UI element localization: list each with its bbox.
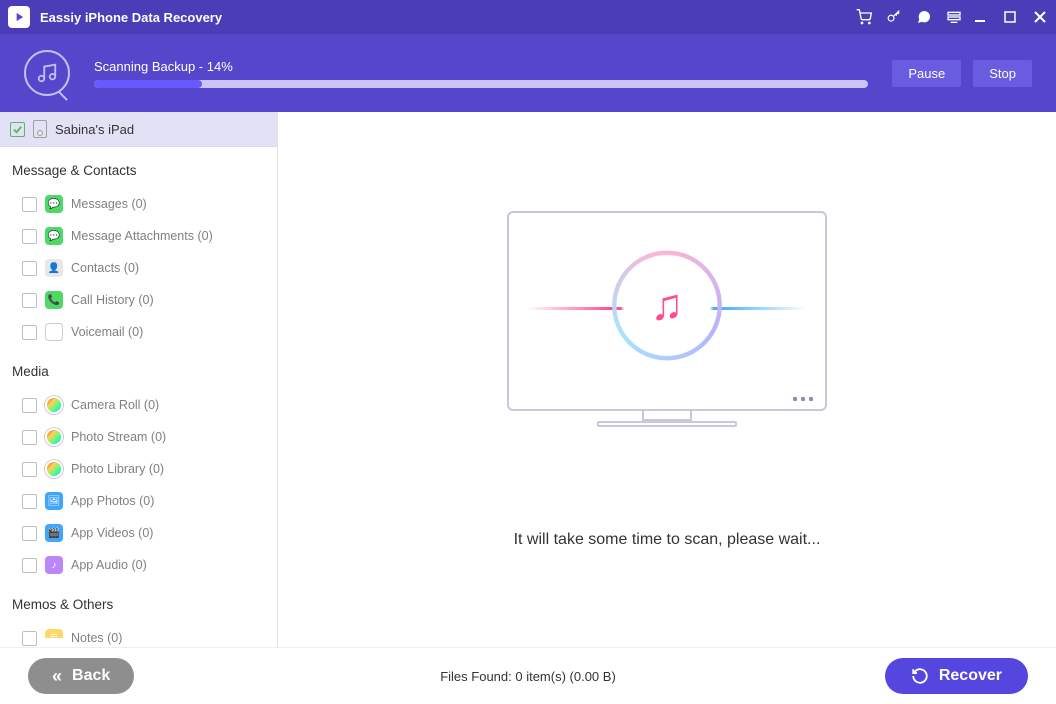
list-item[interactable]: 👤 Contacts (0) — [0, 252, 277, 284]
monitor-dots — [793, 397, 813, 401]
list-item[interactable]: Camera Roll (0) — [0, 389, 277, 421]
list-item[interactable]: 💬 Messages (0) — [0, 188, 277, 220]
device-row[interactable]: Sabina's iPad — [0, 112, 277, 147]
stop-button[interactable]: Stop — [973, 60, 1032, 87]
maximize-button[interactable] — [1002, 9, 1018, 25]
item-label: App Videos (0) — [71, 526, 153, 540]
menu-icon[interactable] — [946, 9, 962, 25]
progress-bar — [94, 80, 868, 88]
title-bar: Eassiy iPhone Data Recovery — [0, 0, 1056, 34]
close-button[interactable] — [1032, 9, 1048, 25]
main-area: Sabina's iPad Message & Contacts💬Message… — [0, 112, 1056, 647]
voicemail-icon: ⌾ — [45, 323, 63, 341]
list-item[interactable]: Photo Stream (0) — [0, 421, 277, 453]
cart-icon[interactable] — [856, 9, 872, 25]
progress-label: Scanning Backup - 14% — [94, 59, 868, 74]
recover-icon — [911, 667, 929, 685]
minimize-button[interactable] — [972, 9, 988, 25]
item-checkbox[interactable] — [22, 462, 37, 477]
key-icon[interactable] — [886, 9, 902, 25]
files-found-label: Files Found: 0 item(s) (0.00 B) — [440, 669, 616, 684]
back-button[interactable]: Back — [28, 658, 134, 694]
item-label: Call History (0) — [71, 293, 154, 307]
item-label: Contacts (0) — [71, 261, 139, 275]
device-checkbox[interactable] — [10, 122, 25, 137]
scan-logo-icon — [24, 50, 70, 96]
recover-label: Recover — [939, 667, 1002, 685]
app-title: Eassiy iPhone Data Recovery — [40, 10, 856, 25]
item-checkbox[interactable] — [22, 197, 37, 212]
monitor-illustration: ♫ — [497, 211, 837, 471]
back-label: Back — [72, 667, 110, 685]
list-item[interactable]: Photo Library (0) — [0, 453, 277, 485]
category-header: Media — [0, 348, 277, 389]
list-item[interactable]: ⌾ Voicemail (0) — [0, 316, 277, 348]
content-pane: ♫ It will take some time to scan, please… — [278, 112, 1056, 647]
call-history-icon: 📞 — [45, 291, 63, 309]
item-label: Messages (0) — [71, 197, 147, 211]
message-attachments-icon: 💬 — [45, 227, 63, 245]
feedback-icon[interactable] — [916, 9, 932, 25]
photo-library-icon — [45, 460, 63, 478]
app-logo — [8, 6, 30, 28]
recover-button[interactable]: Recover — [885, 658, 1028, 694]
device-name: Sabina's iPad — [55, 122, 134, 137]
item-checkbox[interactable] — [22, 325, 37, 340]
window-controls — [972, 9, 1048, 25]
app-audio-icon: ♪ — [45, 556, 63, 574]
item-checkbox[interactable] — [22, 430, 37, 445]
item-checkbox[interactable] — [22, 398, 37, 413]
list-item[interactable]: ≣ Notes (0) — [0, 622, 277, 647]
titlebar-actions — [856, 9, 962, 25]
category-header: Message & Contacts — [0, 147, 277, 188]
camera-roll-icon — [45, 396, 63, 414]
app-videos-icon: 🎬 — [45, 524, 63, 542]
item-checkbox[interactable] — [22, 229, 37, 244]
contacts-icon: 👤 — [45, 259, 63, 277]
item-checkbox[interactable] — [22, 261, 37, 276]
wait-text: It will take some time to scan, please w… — [514, 531, 821, 549]
item-label: App Audio (0) — [71, 558, 147, 572]
item-label: Camera Roll (0) — [71, 398, 159, 412]
list-item[interactable]: 💬 Message Attachments (0) — [0, 220, 277, 252]
app-photos-icon: 🖼 — [45, 492, 63, 510]
item-checkbox[interactable] — [22, 494, 37, 509]
progress-buttons: Pause Stop — [892, 60, 1032, 87]
music-note-icon: ♫ — [651, 280, 684, 330]
item-label: Notes (0) — [71, 631, 122, 645]
item-checkbox[interactable] — [22, 293, 37, 308]
list-item[interactable]: 🎬 App Videos (0) — [0, 517, 277, 549]
item-label: Message Attachments (0) — [71, 229, 213, 243]
progress-header: Scanning Backup - 14% Pause Stop — [0, 34, 1056, 112]
list-item[interactable]: 📞 Call History (0) — [0, 284, 277, 316]
item-label: Photo Stream (0) — [71, 430, 166, 444]
list-item[interactable]: ♪ App Audio (0) — [0, 549, 277, 581]
item-label: Photo Library (0) — [71, 462, 164, 476]
notes-icon: ≣ — [45, 629, 63, 647]
item-label: Voicemail (0) — [71, 325, 143, 339]
item-checkbox[interactable] — [22, 526, 37, 541]
item-checkbox[interactable] — [22, 558, 37, 573]
sidebar-scroll[interactable]: Message & Contacts 💬 Messages (0) 💬 Message … — [0, 147, 277, 647]
ipad-icon — [33, 120, 47, 138]
item-label: App Photos (0) — [71, 494, 154, 508]
messages-icon: 💬 — [45, 195, 63, 213]
list-item[interactable]: 🖼 App Photos (0) — [0, 485, 277, 517]
photo-stream-icon — [45, 428, 63, 446]
item-checkbox[interactable] — [22, 631, 37, 646]
music-circle-art: ♫ — [612, 250, 722, 360]
category-header: Memos & Others — [0, 581, 277, 622]
sidebar: Sabina's iPad Message & Contacts💬Message… — [0, 112, 278, 647]
footer: Back Files Found: 0 item(s) (0.00 B) Rec… — [0, 647, 1056, 704]
pause-button[interactable]: Pause — [892, 60, 961, 87]
progress-area: Scanning Backup - 14% — [94, 59, 868, 88]
